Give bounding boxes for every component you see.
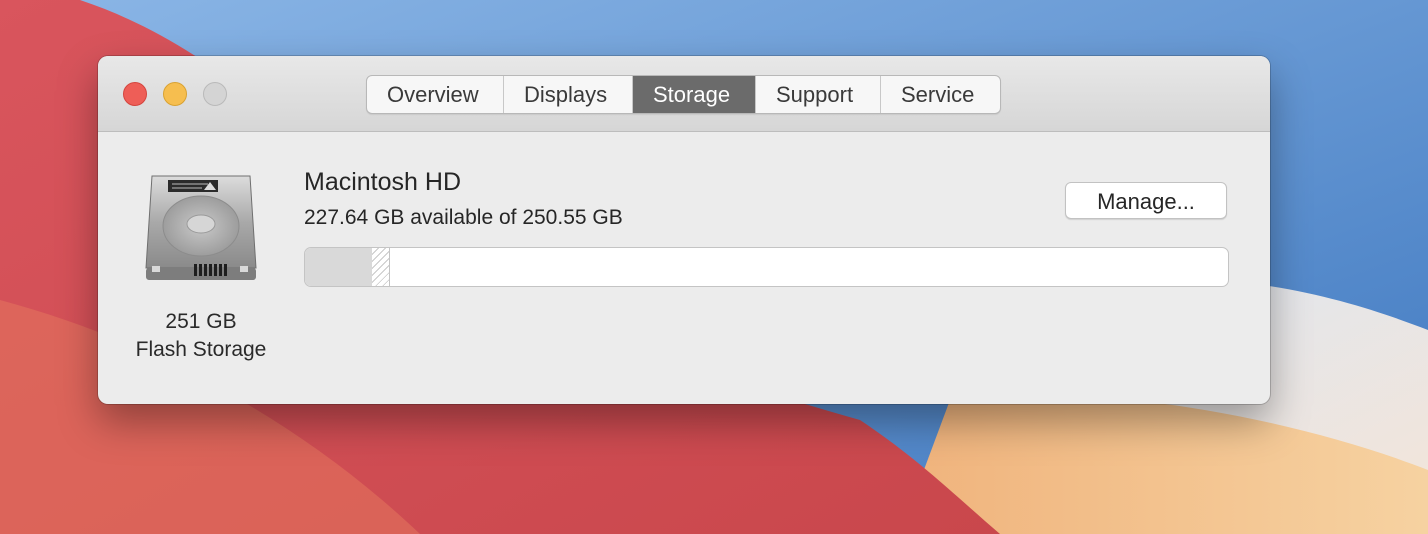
close-button[interactable] — [123, 82, 147, 106]
zoom-button[interactable] — [203, 82, 227, 106]
desktop: Overview Displays Storage Support Servic… — [0, 0, 1428, 534]
storage-usage-bar — [304, 247, 1229, 287]
tab-support[interactable]: Support — [756, 76, 881, 113]
purgeable-space-segment — [372, 248, 390, 286]
drive-size: 251 GB — [165, 310, 237, 333]
tab-service[interactable]: Service — [881, 76, 1000, 113]
hard-drive-icon — [145, 175, 257, 280]
manage-button[interactable]: Manage... — [1065, 182, 1227, 219]
tab-overview[interactable]: Overview — [367, 76, 504, 113]
titlebar: Overview Displays Storage Support Servic… — [98, 56, 1270, 132]
drive-type: Flash Storage — [135, 338, 267, 361]
tab-displays[interactable]: Displays — [504, 76, 633, 113]
tab-storage[interactable]: Storage — [633, 76, 756, 113]
used-space-segment — [305, 248, 374, 286]
storage-panel: 251 GB Flash Storage Macintosh HD 227.64… — [98, 132, 1270, 404]
volume-availability: 227.64 GB available of 250.55 GB — [304, 206, 623, 229]
about-this-mac-window: Overview Displays Storage Support Servic… — [98, 56, 1270, 404]
tab-bar: Overview Displays Storage Support Servic… — [366, 75, 1001, 114]
volume-name: Macintosh HD — [304, 168, 461, 196]
minimize-button[interactable] — [163, 82, 187, 106]
